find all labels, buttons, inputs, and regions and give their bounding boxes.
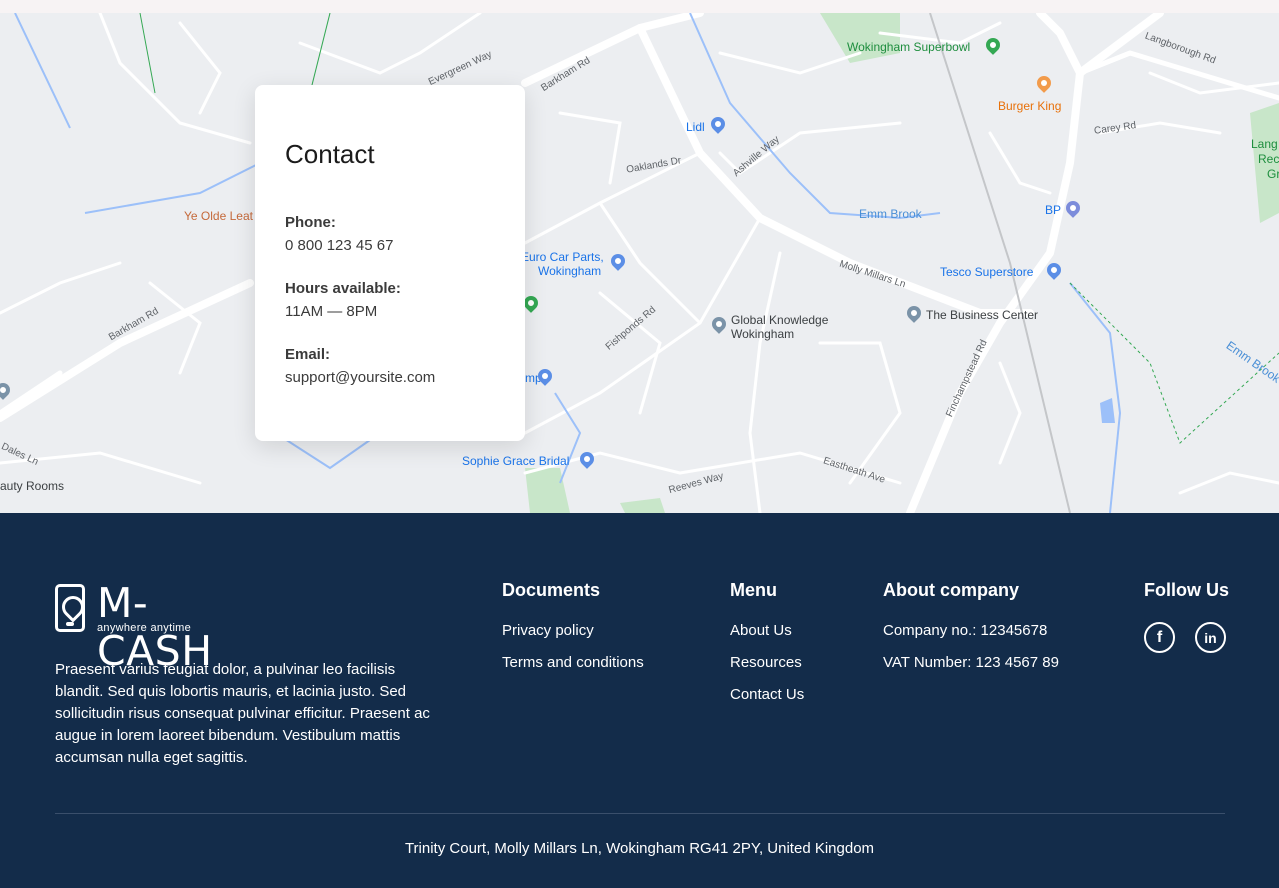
map-label-superbowl[interactable]: Wokingham Superbowl (847, 40, 970, 54)
about-company-column: About company Company no.: 12345678 VAT … (883, 579, 1059, 685)
phone-logo-icon (55, 584, 85, 632)
about-company-title: About company (883, 580, 1020, 600)
map-label-sophie-grace[interactable]: Sophie Grace Bridal (462, 454, 569, 468)
map-label-bp[interactable]: BP (1045, 203, 1061, 217)
map-label-langley-3[interactable]: Gr (1267, 167, 1279, 181)
follow-column: Follow Us (1144, 579, 1229, 621)
documents-title: Documents (502, 580, 601, 600)
map-label-beauty-rooms[interactable]: auty Rooms (0, 479, 64, 493)
logo-tagline: anywhere anytime (97, 622, 192, 634)
contact-phone: Phone: 0 800 123 45 67 (285, 211, 495, 257)
link-terms[interactable]: Terms and conditions (502, 653, 644, 673)
map-label-global-knowledge[interactable]: Global Knowledge (731, 313, 828, 327)
email-value[interactable]: support@yoursite.com (285, 366, 495, 389)
phone-label: Phone: (285, 214, 336, 231)
company-number: Company no.: 12345678 (883, 622, 1048, 639)
contact-email: Email: support@yoursite.com (285, 343, 495, 389)
map-label-euro-car-parts[interactable]: Euro Car Parts, (521, 250, 604, 264)
map-label-emm-brook: Emm Brook (859, 207, 922, 221)
map-label-business-center[interactable]: The Business Center (926, 308, 1038, 322)
map-label-euro-car-parts-2[interactable]: Wokingham (538, 264, 601, 278)
footer-about-text: Praesent varius feugiat dolor, a pulvina… (55, 661, 430, 766)
map-label-lidl[interactable]: Lidl (686, 120, 705, 134)
link-contact-us[interactable]: Contact Us (730, 685, 804, 705)
contact-title: Contact (285, 139, 375, 169)
map[interactable]: Wokingham Superbowl Burger King Lidl BP … (0, 13, 1279, 513)
footer-address: Trinity Court, Molly Millars Ln, Wokingh… (404, 840, 875, 857)
email-label: Email: (285, 346, 331, 363)
facebook-icon[interactable]: f (1144, 622, 1175, 653)
link-resources[interactable]: Resources (730, 653, 804, 673)
contact-card: Contact Phone: 0 800 123 45 67 Hours ava… (255, 85, 525, 441)
social-links: f in (1144, 622, 1226, 653)
hours-value: 11AM — 8PM (285, 303, 378, 320)
footer-divider (55, 813, 1225, 814)
contact-hours: Hours available: 11AM — 8PM (285, 277, 495, 323)
linkedin-icon[interactable]: in (1195, 622, 1226, 653)
logo[interactable]: M-CASH anywhere anytime (55, 579, 260, 675)
map-label-global-knowledge-2[interactable]: Wokingham (731, 327, 794, 341)
map-label-burger-king[interactable]: Burger King (998, 99, 1061, 113)
map-label-tesco[interactable]: Tesco Superstore (940, 265, 1033, 279)
map-label-ye-olde[interactable]: Ye Olde Leat (184, 209, 253, 223)
map-roads (0, 13, 1279, 513)
map-label-langley[interactable]: Lang (1251, 137, 1278, 151)
documents-column: Documents Privacy policy Terms and condi… (502, 579, 644, 685)
hours-label: Hours available: (285, 280, 401, 297)
menu-column: Menu About Us Resources Contact Us (730, 579, 804, 717)
vat-number: VAT Number: 123 4567 89 (883, 654, 1059, 671)
phone-value[interactable]: 0 800 123 45 67 (285, 234, 495, 257)
top-strip (0, 0, 1279, 13)
footer: M-CASH anywhere anytime Praesent varius … (0, 513, 1279, 888)
map-label-langley-2[interactable]: Rec (1258, 152, 1279, 166)
follow-title: Follow Us (1144, 580, 1229, 600)
link-privacy-policy[interactable]: Privacy policy (502, 621, 644, 641)
link-about-us[interactable]: About Us (730, 621, 804, 641)
menu-title: Menu (730, 580, 777, 600)
